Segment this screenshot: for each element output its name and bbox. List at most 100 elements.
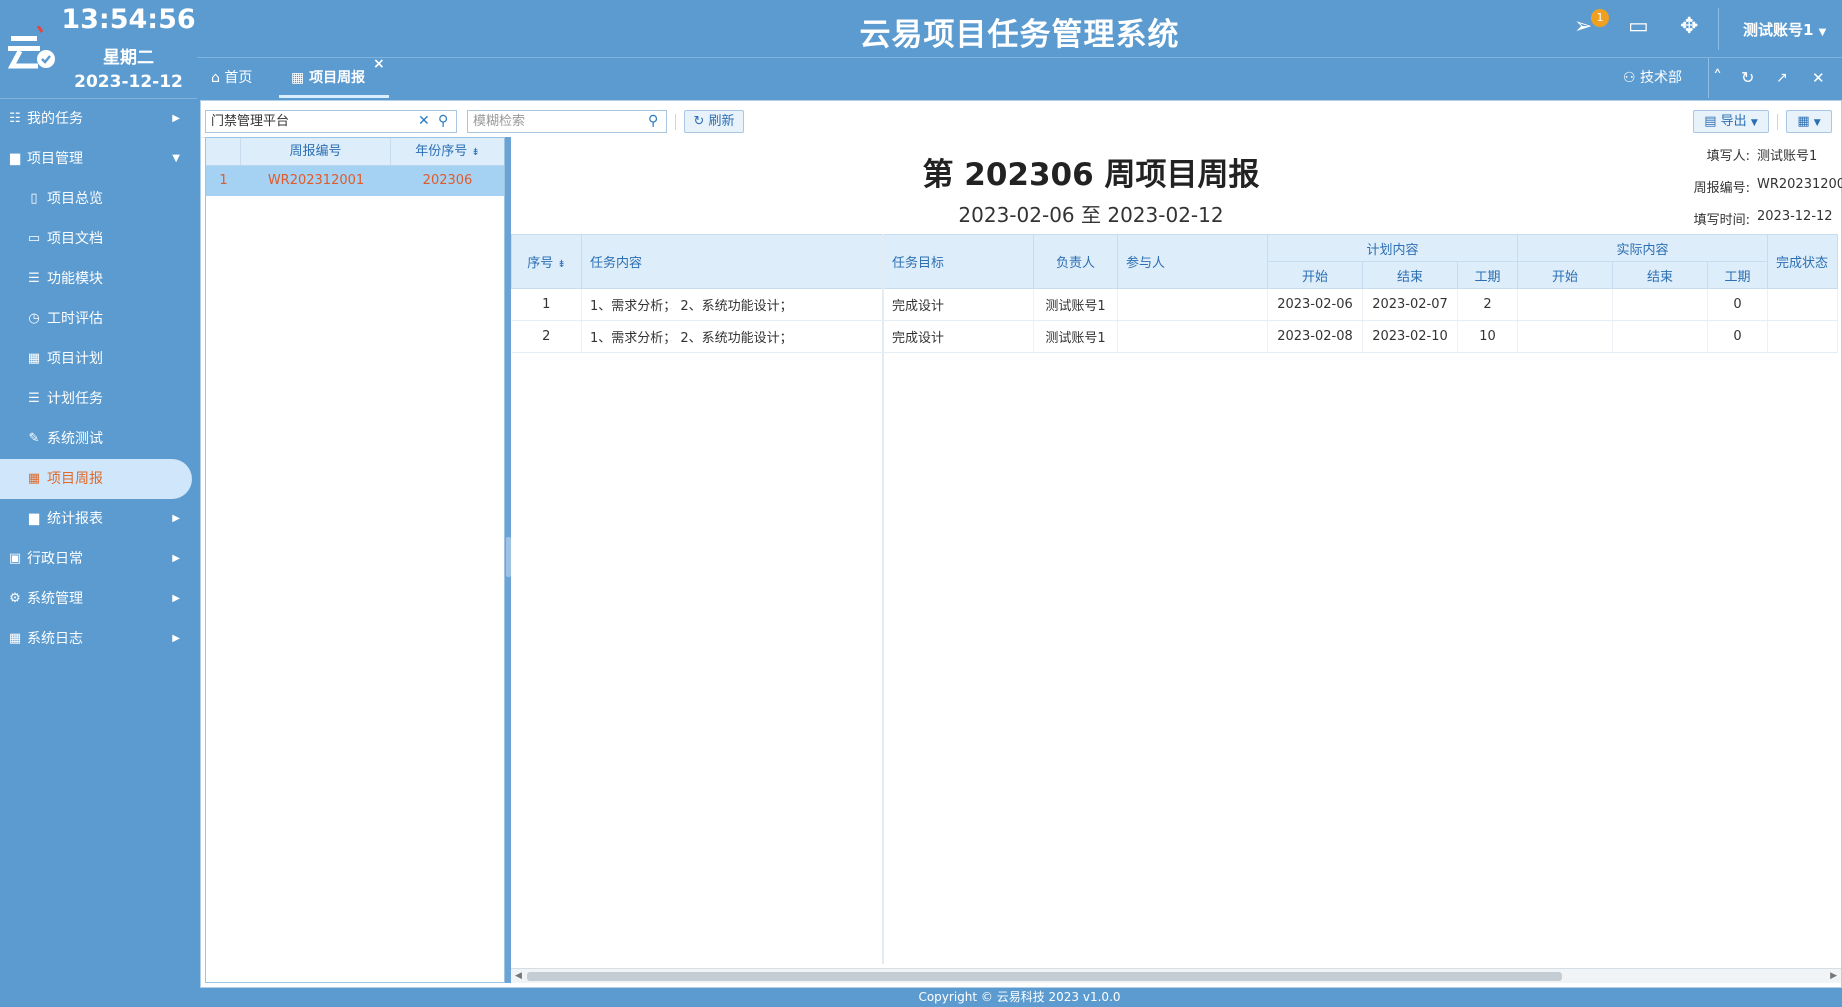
column-header-actual-start[interactable]: 开始 [1517,261,1613,289]
clear-icon[interactable]: ✕ [418,111,430,132]
sidebar-item-system-log[interactable]: ▦ 系统日志 ▶ [0,619,197,659]
clock-panel: 13:54:56 星期二 2023-12-12 [0,0,197,99]
column-header-participants[interactable]: 参与人 [1117,234,1268,289]
cell-participants [1117,320,1268,353]
sidebar-item-plan-tasks[interactable]: ☰ 计划任务 [0,379,197,419]
column-header-plan-end[interactable]: 结束 [1362,261,1458,289]
columns-button[interactable]: ▦ ▼ [1786,110,1832,133]
external-link-icon[interactable]: ↗ [1776,58,1788,98]
fill-time-value: 2023-12-12 [1757,209,1833,224]
column-header-status[interactable]: 完成状态 [1767,234,1838,289]
user-menu[interactable]: 测试账号1 ▼ [1743,19,1826,40]
column-header-actual-duration[interactable]: 工期 [1707,261,1768,289]
scroll-right-icon[interactable]: ▶ [1830,969,1837,984]
clock-weekday: 星期二 [103,48,154,68]
sidebar-item-label: 项目文档 [47,231,103,247]
chevron-up-icon[interactable]: ˄ [1705,58,1722,98]
list-icon: ☷ [9,111,21,126]
send-icon[interactable]: ➢ [1574,14,1592,39]
cell-plan-end: 2023-02-10 [1362,320,1458,353]
scrollbar-thumb[interactable] [527,972,1562,981]
close-icon[interactable]: × [373,44,385,84]
calendar-icon: ▦ [27,471,41,486]
column-header-code[interactable]: 周报编号 [241,138,391,165]
cell-actual-end [1612,288,1708,321]
sidebar-item-weekly-report[interactable]: ▦ 项目周报 [0,459,192,499]
sidebar-item-label: 统计报表 [47,511,103,527]
cell-plan-duration: 2 [1457,288,1518,321]
folder-icon: ▆ [29,511,39,526]
contact-icon: ▣ [8,551,22,566]
export-button[interactable]: ▤ 导出 ▼ [1693,110,1769,133]
clock-icon: ◷ [28,311,40,326]
sort-icon[interactable]: ⇟ [471,147,479,158]
folder-icon: ▆ [10,151,20,166]
table-row[interactable]: 1 WR202312001 202306 [206,166,504,196]
fullscreen-icon[interactable]: ✥ [1680,14,1698,39]
project-select-input[interactable]: 门禁管理平台 ✕ ⚲ [205,110,457,133]
sidebar-item-project-management[interactable]: ▆ 项目管理 ▼ [0,139,197,179]
department-selector[interactable]: ⚇ 技术部 [1623,58,1682,98]
sidebar-item-work-hours[interactable]: ◷ 工时评估 [0,299,197,339]
writer-label: 填写人: [1706,149,1750,164]
sidebar-item-label: 工时评估 [47,311,103,327]
column-header-target[interactable]: 任务目标 [883,234,1034,289]
cell-seq: 2 [511,320,582,353]
column-header-plan-duration[interactable]: 工期 [1457,261,1518,289]
sidebar-item-admin-daily[interactable]: ▣ 行政日常 ▶ [0,539,197,579]
refresh-icon[interactable]: ↻ [1741,58,1754,98]
report-code-value: WR202312001 [1757,177,1842,192]
sidebar-item-project-plan[interactable]: ▦ 项目计划 [0,339,197,379]
tab-label: 首页 [224,70,253,86]
column-header-plan-start[interactable]: 开始 [1267,261,1363,289]
column-header-content[interactable]: 任务内容 [581,234,884,289]
chevron-down-icon: ▼ [1818,27,1827,38]
tab-label: 项目周报 [309,70,366,86]
chevron-right-icon: ▶ [172,513,180,524]
report-code-label: 周报编号: [1693,181,1750,196]
table-row[interactable]: 2 1、需求分析； 2、系统功能设计； 完成设计 测试账号1 2023-02-0… [511,320,1838,353]
sidebar-item-my-tasks[interactable]: ☷ 我的任务 ▶ [0,99,197,139]
sort-icon[interactable]: ⇟ [557,259,565,270]
cell-status [1767,288,1838,321]
cell-content: 1、需求分析； 2、系统功能设计； [581,288,884,321]
sidebar-item-project-docs[interactable]: ▭ 项目文档 [0,219,197,259]
tab-weekly-report[interactable]: ▦ 项目周报 × [279,56,389,98]
calendar-icon: ▦ [8,631,22,646]
sidebar-item-label: 我的任务 [27,111,83,127]
folder-open-icon: ▭ [27,231,41,246]
column-header-seq[interactable]: 序号 ⇟ [511,234,582,289]
fuzzy-search-input[interactable]: 模糊检索 ⚲ [467,110,667,133]
close-all-icon[interactable]: ✕ [1812,58,1825,98]
search-icon[interactable]: ⚲ [648,111,658,132]
search-icon[interactable]: ⚲ [438,111,448,132]
sidebar-item-system-test[interactable]: ✎ 系统测试 [0,419,197,459]
row-number-header [206,138,241,165]
tab-home[interactable]: ⌂ 首页 [211,58,252,98]
header-divider [1718,8,1719,50]
chevron-right-icon: ▶ [172,553,180,564]
horizontal-scrollbar[interactable]: ◀ ▶ [511,968,1841,983]
frozen-column-divider [882,234,884,964]
cell-owner: 测试账号1 [1033,288,1118,321]
calendar-icon: ▦ [291,70,305,86]
sidebar-item-function-modules[interactable]: ☰ 功能模块 [0,259,197,299]
sidebar-item-label: 项目总览 [47,191,103,207]
chevron-right-icon: ▶ [172,593,180,604]
cell-target: 完成设计 [883,320,1034,353]
column-header-week[interactable]: 年份序号 ⇟ [391,138,504,165]
column-header-actual-end[interactable]: 结束 [1612,261,1708,289]
column-header-week-label: 年份序号 [415,144,468,159]
sidebar-item-system-management[interactable]: ⚙ 系统管理 ▶ [0,579,197,619]
cell-seq: 1 [511,288,582,321]
column-group-plan: 计划内容 [1267,234,1518,262]
monitor-icon[interactable]: ▭ [1628,14,1649,39]
sidebar-item-statistics[interactable]: ▆ 统计报表 ▶ [0,499,197,539]
logo-icon [8,26,55,69]
scroll-left-icon[interactable]: ◀ [515,969,522,984]
calendar-icon: ▦ [27,351,41,366]
sidebar-item-project-overview[interactable]: ▯ 项目总览 [0,179,197,219]
table-row[interactable]: 1 1、需求分析； 2、系统功能设计； 完成设计 测试账号1 2023-02-0… [511,288,1838,321]
refresh-button[interactable]: ↻ 刷新 [684,110,744,133]
column-header-owner[interactable]: 负责人 [1033,234,1118,289]
